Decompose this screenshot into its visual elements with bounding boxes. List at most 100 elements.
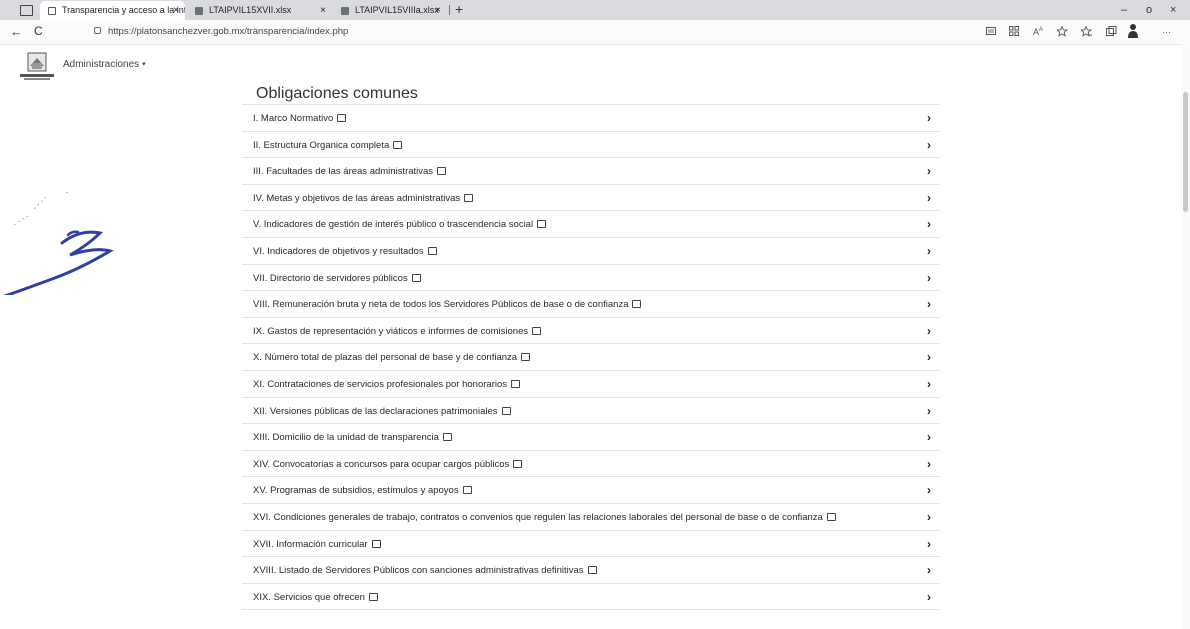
- read-aloud-icon[interactable]: A A: [1033, 26, 1044, 36]
- chevron-right-icon[interactable]: ›: [927, 590, 931, 604]
- obligation-item[interactable]: XVIII. Listado de Servidores Públicos co…: [242, 557, 940, 584]
- open-in-new-icon[interactable]: [587, 566, 597, 575]
- obligation-text: V. Indicadores de gestión de interés púb…: [253, 219, 534, 231]
- chevron-right-icon[interactable]: ›: [927, 404, 931, 418]
- obligation-item[interactable]: III. Facultades de las áreas administrat…: [242, 158, 940, 185]
- reader-icon[interactable]: [986, 27, 996, 35]
- open-in-new-icon[interactable]: [337, 114, 347, 122]
- obligation-label: IV. Metas y objetivos de las áreas admin…: [253, 192, 474, 204]
- open-in-new-icon[interactable]: [442, 433, 452, 442]
- chevron-right-icon[interactable]: ›: [927, 537, 931, 551]
- open-in-new-icon[interactable]: [513, 459, 523, 468]
- maximize-button[interactable]: o: [1146, 0, 1152, 20]
- obligation-item[interactable]: II. Estructura Organica completa ›: [242, 132, 940, 159]
- open-in-new-icon[interactable]: [462, 486, 472, 495]
- obligation-item[interactable]: XV. Programas de subsidios, estímulos y …: [242, 477, 940, 504]
- page-icon: [48, 7, 56, 15]
- obligation-item[interactable]: XIV. Convocatorias a concursos para ocup…: [242, 451, 940, 478]
- tab-close-icon[interactable]: ×: [320, 1, 326, 20]
- obligation-item[interactable]: X. Número total de plazas del personal d…: [242, 344, 940, 371]
- chevron-right-icon[interactable]: ›: [927, 430, 931, 444]
- favorite-star-icon[interactable]: [1057, 26, 1069, 37]
- obligation-item[interactable]: VIII. Remuneración bruta y neta de todos…: [242, 291, 940, 318]
- chevron-right-icon[interactable]: ›: [927, 324, 931, 338]
- administraciones-dropdown[interactable]: Administraciones ▾: [63, 59, 146, 70]
- obligation-label: IX. Gastos de representación y viáticos …: [253, 326, 542, 337]
- chevron-right-icon[interactable]: ›: [927, 297, 931, 311]
- chevron-right-icon[interactable]: ›: [927, 457, 931, 471]
- obligation-item[interactable]: XII. Versiones públicas de las declaraci…: [242, 398, 940, 425]
- tab-xlsx-xvii[interactable]: LTAIPVIL15XVII.xlsx ×: [187, 1, 332, 20]
- chevron-right-icon[interactable]: ›: [927, 377, 931, 391]
- chevron-right-icon[interactable]: ›: [927, 217, 931, 231]
- chevron-right-icon[interactable]: ›: [927, 164, 931, 178]
- tab-transparencia[interactable]: Transparencia y acceso a la info ×: [40, 1, 185, 20]
- chevron-right-icon[interactable]: ›: [927, 350, 931, 364]
- obligation-item[interactable]: XI. Contrataciones de servicios profesio…: [242, 371, 940, 398]
- obligation-text: IV. Metas y objetivos de las áreas admin…: [253, 192, 461, 204]
- open-in-new-icon[interactable]: [532, 326, 542, 335]
- obligation-item[interactable]: VII. Directorio de servidores públicos ›: [242, 265, 940, 292]
- url-field[interactable]: https://platonsanchezver.gob.mx/transpar…: [108, 25, 348, 39]
- chevron-right-icon[interactable]: ›: [927, 510, 931, 524]
- refresh-button[interactable]: C: [34, 24, 43, 39]
- chevron-right-icon[interactable]: ›: [927, 138, 931, 152]
- tab-actions-icon[interactable]: [20, 5, 33, 16]
- profile-icon[interactable]: [1127, 23, 1139, 38]
- tab-label: LTAIPVIL15XVII.xlsx: [209, 5, 292, 15]
- obligation-item[interactable]: I. Marco Normativo ›: [242, 104, 940, 132]
- obligation-item[interactable]: VI. Indicadores de objetivos y resultado…: [242, 238, 940, 265]
- chevron-right-icon[interactable]: ›: [927, 271, 931, 285]
- obligation-label: I. Marco Normativo: [253, 113, 347, 124]
- lock-icon[interactable]: [94, 27, 101, 34]
- obligation-label: XVIII. Listado de Servidores Públicos co…: [253, 565, 597, 576]
- obligation-label: II. Estructura Organica completa: [253, 140, 403, 151]
- open-in-new-icon[interactable]: [501, 406, 511, 415]
- obligation-label: VIII. Remuneración bruta y neta de todos…: [253, 299, 642, 311]
- address-bar: ← C https://platonsanchezver.gob.mx/tran…: [0, 20, 1190, 45]
- municipality-logo[interactable]: [18, 52, 56, 82]
- collections-icon[interactable]: [1106, 26, 1117, 37]
- chevron-right-icon[interactable]: ›: [927, 483, 931, 497]
- open-in-new-icon[interactable]: [368, 592, 378, 601]
- tab-xlsx-viiia[interactable]: LTAIPVIL15VIIIa.xlsx ×: [333, 1, 447, 20]
- favorites-icon[interactable]: [1081, 26, 1093, 37]
- tab-close-icon[interactable]: ×: [173, 1, 179, 20]
- obligation-text: VIII. Remuneración bruta y neta de todos…: [253, 299, 629, 311]
- obligation-item[interactable]: XIII. Domicilio de la unidad de transpar…: [242, 424, 940, 451]
- open-in-new-icon[interactable]: [511, 379, 520, 388]
- open-in-new-icon[interactable]: [371, 539, 381, 548]
- obligation-item[interactable]: V. Indicadores de gestión de interés púb…: [242, 211, 940, 238]
- back-button[interactable]: ←: [10, 24, 23, 39]
- chevron-right-icon[interactable]: ›: [927, 244, 931, 258]
- open-in-new-icon[interactable]: [427, 246, 437, 255]
- open-in-new-icon[interactable]: [411, 273, 421, 282]
- open-in-new-icon[interactable]: [826, 512, 836, 521]
- obligation-label: XV. Programas de subsidios, estímulos y …: [253, 485, 472, 496]
- chevron-right-icon[interactable]: ›: [927, 563, 931, 577]
- obligation-label: XIII. Domicilio de la unidad de transpar…: [253, 432, 452, 443]
- tab-close-icon[interactable]: ×: [435, 1, 441, 20]
- open-in-new-icon[interactable]: [437, 167, 447, 176]
- chevron-right-icon[interactable]: ›: [927, 111, 931, 125]
- obligation-item[interactable]: IV. Metas y objetivos de las áreas admin…: [242, 185, 940, 212]
- open-in-new-icon[interactable]: [537, 220, 547, 229]
- open-in-new-icon[interactable]: [393, 140, 403, 149]
- close-window-button[interactable]: ×: [1170, 0, 1176, 20]
- obligation-item[interactable]: XVI. Condiciones generales de trabajo, c…: [242, 504, 940, 531]
- more-icon[interactable]: ···: [1162, 25, 1171, 39]
- open-in-new-icon[interactable]: [632, 300, 642, 309]
- scrollbar-thumb[interactable]: [1183, 92, 1188, 212]
- obligation-item[interactable]: IX. Gastos de representación y viáticos …: [242, 318, 940, 345]
- obligation-text: VI. Indicadores de objetivos y resultado…: [253, 245, 424, 257]
- new-tab-button[interactable]: +: [455, 0, 463, 19]
- minimize-button[interactable]: –: [1121, 0, 1127, 20]
- obligation-item[interactable]: XVII. Información curricular ›: [242, 531, 940, 558]
- open-in-new-icon[interactable]: [464, 193, 474, 202]
- chevron-right-icon[interactable]: ›: [927, 191, 931, 205]
- open-in-new-icon[interactable]: [521, 353, 531, 362]
- caret-down-icon: ▾: [142, 61, 146, 68]
- page-scrollbar[interactable]: [1181, 44, 1190, 629]
- obligation-item[interactable]: XIX. Servicios que ofrecen ›: [242, 584, 940, 611]
- apps-icon[interactable]: [1009, 26, 1019, 36]
